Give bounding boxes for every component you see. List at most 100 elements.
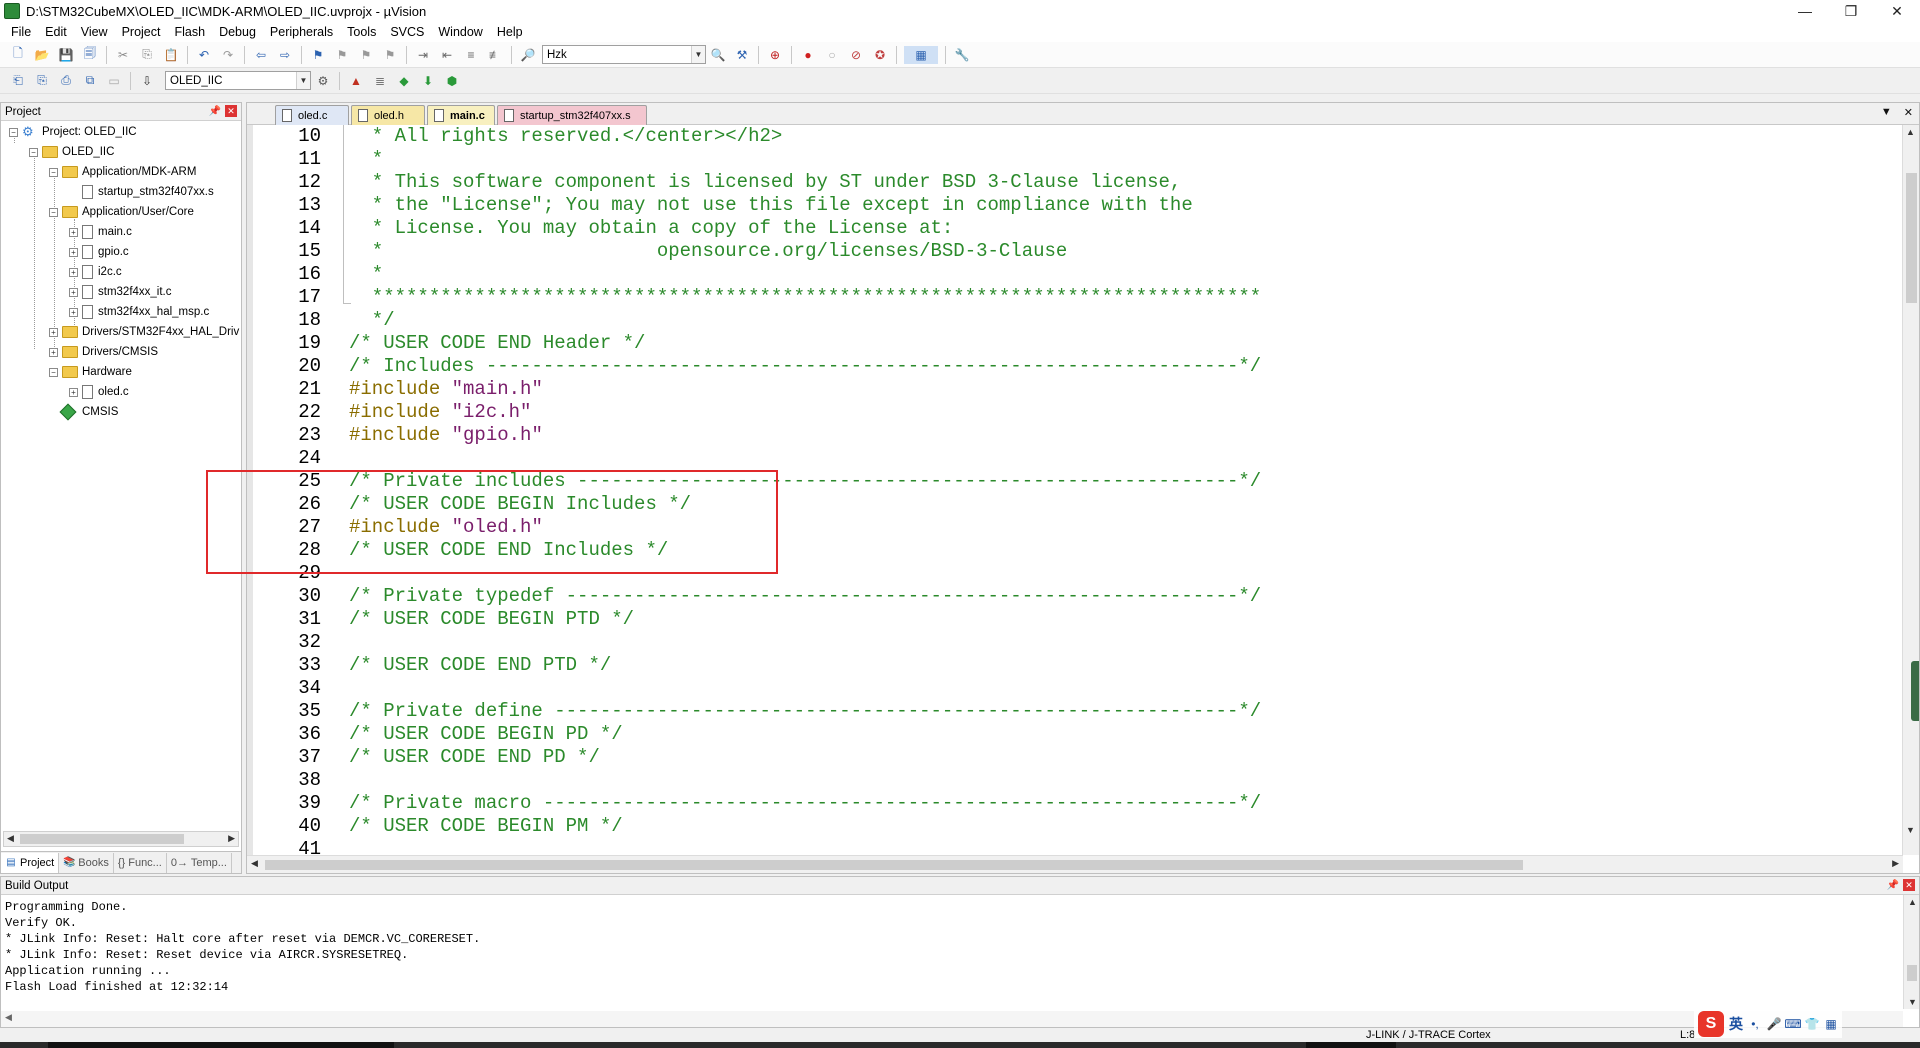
code-line[interactable]: 37 /* USER CODE END PD */ — [247, 746, 1897, 769]
scroll-left-icon[interactable]: ◀ — [5, 1012, 12, 1023]
expand-icon[interactable]: + — [69, 307, 78, 317]
debug-session-icon[interactable]: ⊕ — [766, 46, 784, 64]
tree-horizontal-scrollbar[interactable]: ◀ ▶ — [3, 831, 239, 847]
tree-item-group-mdk-arm[interactable]: − Application/MDK-ARM — [49, 163, 196, 181]
menu-flash[interactable]: Flash — [167, 22, 212, 42]
download-icon[interactable]: ⇩ — [138, 72, 156, 90]
expand-icon[interactable]: + — [69, 247, 78, 257]
target-options-icon[interactable]: ⚙ — [314, 72, 332, 90]
tree-item-target[interactable]: − OLED_IIC — [29, 143, 114, 161]
bookmark-next-icon[interactable]: ⚑ — [357, 46, 375, 64]
menu-window[interactable]: Window — [431, 22, 489, 42]
tree-item-group-cmsis-drivers[interactable]: + Drivers/CMSIS — [49, 343, 158, 361]
menu-svcs[interactable]: SVCS — [383, 22, 431, 42]
punctuation-icon[interactable]: •, — [1748, 1017, 1762, 1031]
code-line[interactable]: 24 — [247, 447, 1897, 470]
expand-icon[interactable]: + — [49, 347, 58, 357]
target-combo[interactable]: OLED_IIC ▼ — [165, 71, 311, 90]
code-line[interactable]: 18 */ — [247, 309, 1897, 332]
close-button[interactable]: ✕ — [1874, 0, 1920, 22]
editor-vertical-scrollbar[interactable]: ▲ ▼ — [1902, 125, 1919, 855]
tree-item-it-c[interactable]: + stm32f4xx_it.c — [69, 283, 172, 301]
code-line[interactable]: 39 /* Private macro ---------------------… — [247, 792, 1897, 815]
code-line[interactable]: 30 /* Private typedef -------------------… — [247, 585, 1897, 608]
ime-mode-indicator[interactable]: 英 — [1729, 1014, 1743, 1034]
tree-item-gpio-c[interactable]: + gpio.c — [69, 243, 129, 261]
minimize-button[interactable]: — — [1782, 0, 1828, 22]
navigate-back-icon[interactable]: ⇦ — [252, 46, 270, 64]
code-line[interactable]: 29 — [247, 562, 1897, 585]
expand-icon[interactable]: + — [69, 387, 78, 397]
menu-edit[interactable]: Edit — [38, 22, 74, 42]
scroll-thumb[interactable] — [1906, 173, 1917, 303]
code-line[interactable]: 28 /* USER CODE END Includes */ — [247, 539, 1897, 562]
close-tab-icon[interactable]: ✕ — [1904, 106, 1913, 119]
window-layout-icon[interactable]: ▦ — [904, 45, 938, 64]
code-line[interactable]: 31 /* USER CODE BEGIN PTD */ — [247, 608, 1897, 631]
code-line[interactable]: 26 /* USER CODE BEGIN Includes */ — [247, 493, 1897, 516]
scroll-thumb[interactable] — [265, 860, 1523, 870]
configure-icon[interactable]: 🔧 — [953, 46, 971, 64]
save-all-icon[interactable]: 🗐 — [81, 46, 99, 64]
code-line[interactable]: 25 /* Private includes ------------------… — [247, 470, 1897, 493]
bookmark-clear-icon[interactable]: ⚑ — [381, 46, 399, 64]
maximize-button[interactable]: ❐ — [1828, 0, 1874, 22]
save-icon[interactable]: 💾 — [57, 46, 75, 64]
code-line[interactable]: 12 * This software component is licensed… — [247, 171, 1897, 194]
code-line[interactable]: 35 /* Private define --------------------… — [247, 700, 1897, 723]
code-line[interactable]: 20 /* Includes --------------------------… — [247, 355, 1897, 378]
redo-icon[interactable]: ↷ — [219, 46, 237, 64]
batch-build-icon[interactable]: ⧉ — [81, 72, 99, 90]
side-handle[interactable] — [1911, 661, 1919, 721]
editor-horizontal-scrollbar[interactable]: ◀ ▶ — [247, 855, 1903, 873]
tree-item-hal-msp-c[interactable]: + stm32f4xx_hal_msp.c — [69, 303, 209, 321]
code-line[interactable]: 27 #include "oled.h" — [247, 516, 1897, 539]
expand-icon[interactable]: + — [69, 227, 78, 237]
code-line[interactable]: 33 /* USER CODE END PTD */ — [247, 654, 1897, 677]
microphone-icon[interactable]: 🎤 — [1767, 1017, 1782, 1031]
build-icon[interactable]: ⎘ — [33, 72, 51, 90]
menu-debug[interactable]: Debug — [212, 22, 263, 42]
expand-icon[interactable]: + — [69, 287, 78, 297]
collapse-icon[interactable]: − — [29, 147, 38, 157]
menu-peripherals[interactable]: Peripherals — [263, 22, 340, 42]
scroll-down-icon[interactable]: ▼ — [1908, 997, 1917, 1007]
editor-tab-oled-h[interactable]: oled.h — [351, 105, 425, 125]
bookmark-toggle-icon[interactable]: ⚑ — [309, 46, 327, 64]
scroll-left-icon[interactable]: ◀ — [251, 858, 258, 869]
close-icon[interactable]: ✕ — [1903, 879, 1915, 891]
code-line[interactable]: 15 * opensource.org/licenses/BSD-3-Claus… — [247, 240, 1897, 263]
scroll-up-icon[interactable]: ▲ — [1906, 127, 1915, 137]
menu-help[interactable]: Help — [490, 22, 530, 42]
scroll-down-icon[interactable]: ▼ — [1906, 825, 1915, 835]
editor-tab-startup[interactable]: startup_stm32f407xx.s — [497, 105, 647, 125]
code-editor[interactable]: 10 * All rights reserved.</center></h2> 1… — [247, 125, 1903, 855]
find-icon[interactable]: 🔍 — [709, 46, 727, 64]
paste-icon[interactable]: 📋 — [162, 46, 180, 64]
scroll-right-icon[interactable]: ▶ — [228, 833, 235, 844]
menu-view[interactable]: View — [74, 22, 115, 42]
tree-item-main-c[interactable]: + main.c — [69, 223, 132, 241]
code-line[interactable]: 10 * All rights reserved.</center></h2> — [247, 125, 1897, 148]
menu-tools[interactable]: Tools — [340, 22, 383, 42]
collapse-icon[interactable]: − — [49, 167, 58, 177]
editor-tab-main-c[interactable]: main.c — [427, 105, 495, 125]
breakpoint-icon[interactable]: ● — [799, 46, 817, 64]
editor-tab-oled-c[interactable]: oled.c — [275, 105, 349, 125]
code-line[interactable]: 14 * License. You may obtain a copy of t… — [247, 217, 1897, 240]
copy-icon[interactable]: ⎘ — [138, 46, 156, 64]
menu-file[interactable]: File — [4, 22, 38, 42]
tree-item-oled-c[interactable]: + oled.c — [69, 383, 129, 401]
code-line[interactable]: 11 * — [247, 148, 1897, 171]
tab-books[interactable]: 📚 Books — [59, 852, 114, 873]
manage-rte-icon[interactable]: ◆ — [395, 72, 413, 90]
scroll-thumb[interactable] — [1907, 965, 1917, 981]
new-file-icon[interactable]: 🗋 — [9, 46, 27, 64]
breakpoint-disable-all-icon[interactable]: ⊘ — [847, 46, 865, 64]
pin-icon[interactable]: 📌 — [209, 105, 221, 117]
scroll-thumb[interactable] — [20, 834, 184, 844]
uncomment-icon[interactable]: ≢ — [486, 46, 504, 64]
menu-project[interactable]: Project — [115, 22, 168, 42]
tab-templates[interactable]: 0→ Temp... — [167, 852, 232, 873]
code-line[interactable]: 22 #include "i2c.h" — [247, 401, 1897, 424]
